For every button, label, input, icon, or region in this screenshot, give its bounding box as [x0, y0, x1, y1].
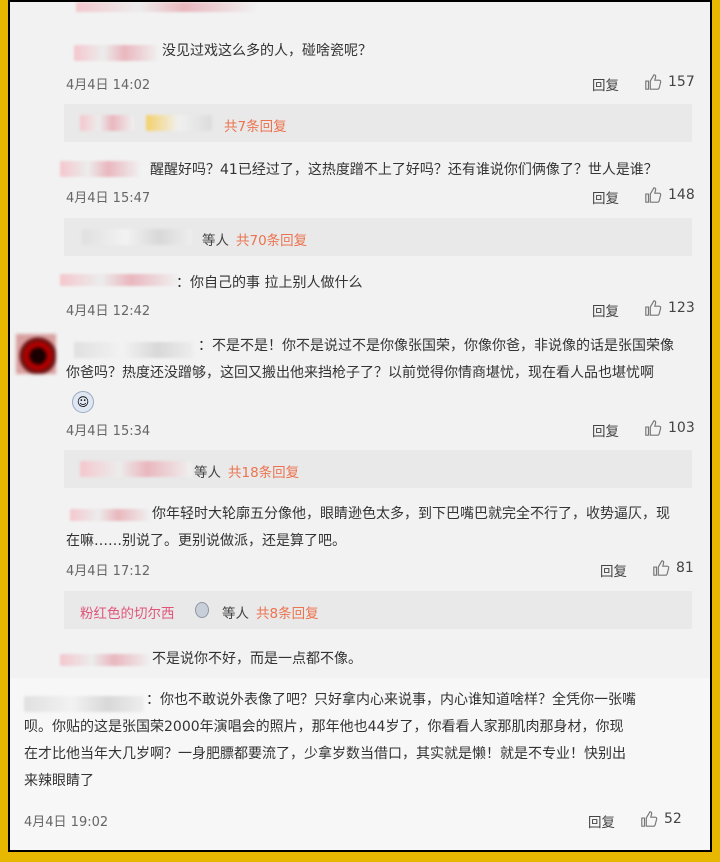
- like-count: 81: [676, 560, 694, 576]
- more-replies-link[interactable]: 共70条回复: [236, 229, 307, 249]
- like-button[interactable]: 148: [644, 186, 695, 204]
- medal-icon: [195, 602, 209, 618]
- thumbs-up-icon: [645, 300, 662, 316]
- username-blurred[interactable]: [74, 45, 158, 61]
- username-blurred: [80, 115, 134, 131]
- subreply-box[interactable]: 粉红色的切尔西: [64, 591, 692, 629]
- like-button[interactable]: 103: [644, 419, 695, 437]
- comment-text: ：你自己的事 拉上别人做什么: [176, 275, 363, 291]
- thumbs-up-icon: [645, 74, 662, 90]
- username-blurred[interactable]: [24, 696, 144, 712]
- comment-date: 4月4日 15:34: [66, 424, 151, 439]
- subreply-username[interactable]: 粉红色的切尔西: [80, 602, 175, 622]
- comment-text-line: 呗。你贴的这是张国荣2000年演唱会的照片，那年他也44岁了，你看看人家那肌肉那…: [24, 719, 624, 735]
- like-button[interactable]: 123: [644, 299, 695, 317]
- like-count: 157: [668, 74, 695, 90]
- like-count: 52: [664, 811, 682, 827]
- like-button[interactable]: 81: [652, 559, 694, 577]
- thumbs-up-icon: [641, 811, 658, 827]
- comment-text-line: 你爸吗？热度还没蹭够，这回又搬出他来挡枪子了？以前觉得你情商堪忧，现在看人品也堪…: [66, 365, 654, 381]
- more-replies-link[interactable]: 共7条回复: [224, 115, 287, 135]
- image-frame: 没见过戏这么多的人，碰啥瓷呢？ 4月4日 14:02 回复 157 共7条回复 …: [8, 0, 712, 852]
- comment-text-line: ：你也不敢说外表像了吧？只好拿内心来说事，内心谁知道啥样？全凭你一张嘴: [146, 692, 636, 708]
- comment-text: 不是说你不好，而是一点都不像。: [152, 651, 362, 667]
- comment-text: 醒醒好吗？41已经过了，这热度蹭不上了好吗？还有谁说你们俩像了？世人是谁？: [150, 162, 658, 178]
- and-others-label: 等人: [202, 233, 229, 249]
- cut-off-row: [76, 2, 256, 12]
- comment-text-line: 在才比他当年大几岁啊？一身肥膘都要流了，少拿岁数当借口，其实就是懒！就是不专业！…: [24, 746, 626, 762]
- comment-text-line: ：不是不是！你不是说过不是你像张国荣，你像你爸，非说像的话是张国荣像: [198, 338, 674, 354]
- emoji-icon: ☺: [72, 391, 94, 413]
- comments-panel: 没见过戏这么多的人，碰啥瓷呢？ 4月4日 14:02 回复 157 共7条回复 …: [10, 2, 710, 850]
- username-blurred: [80, 461, 192, 477]
- subreply-box[interactable]: 等人 共18条回复: [64, 450, 692, 488]
- more-replies-link[interactable]: 共18条回复: [228, 461, 299, 481]
- username-blurred[interactable]: [60, 274, 178, 286]
- and-others-label: 等人: [222, 606, 249, 622]
- reply-button[interactable]: 回复: [592, 74, 619, 94]
- avatar[interactable]: [16, 334, 56, 374]
- like-button[interactable]: 157: [644, 73, 695, 91]
- like-count: 123: [668, 300, 695, 316]
- like-count: 103: [668, 420, 695, 436]
- comment-date: 4月4日 14:02: [66, 78, 151, 93]
- more-replies-link[interactable]: 共8条回复: [256, 602, 319, 622]
- thumbs-up-icon: [645, 420, 662, 436]
- reply-button[interactable]: 回复: [600, 560, 627, 580]
- comment-date: 4月4日 19:02: [24, 815, 109, 830]
- username-blurred[interactable]: [60, 654, 150, 666]
- comment-date: 4月4日 12:42: [66, 304, 151, 319]
- comment-text: 没见过戏这么多的人，碰啥瓷呢？: [162, 43, 372, 59]
- like-count: 148: [668, 187, 695, 203]
- reply-button[interactable]: 回复: [592, 187, 619, 207]
- thumbs-up-icon: [645, 187, 662, 203]
- thumbs-up-icon: [653, 560, 670, 576]
- comment-date: 4月4日 15:47: [66, 191, 151, 206]
- and-others-label: 等人: [194, 465, 221, 481]
- username-blurred: [82, 229, 192, 245]
- comment-date: 4月4日 17:12: [66, 564, 151, 579]
- like-button[interactable]: 52: [640, 810, 682, 828]
- username-blurred[interactable]: [70, 509, 150, 521]
- comment-text-line: 你年轻时大轮廓五分像他，眼睛逊色太多，到下巴嘴巴就完全不行了，收势逼仄，现: [152, 506, 670, 522]
- username-blurred[interactable]: [74, 342, 194, 358]
- reply-button[interactable]: 回复: [592, 300, 619, 320]
- reply-button[interactable]: 回复: [592, 420, 619, 440]
- reply-button[interactable]: 回复: [588, 811, 615, 831]
- username-blurred: [146, 115, 212, 131]
- comment-text-line: 在嘛……别说了。更别说做派，还是算了吧。: [66, 533, 346, 549]
- comment-text-line: 来辣眼睛了: [24, 773, 94, 789]
- subreply-box[interactable]: 等人 共70条回复: [64, 218, 692, 256]
- username-blurred[interactable]: [60, 161, 140, 177]
- subreply-box[interactable]: 共7条回复: [64, 104, 692, 142]
